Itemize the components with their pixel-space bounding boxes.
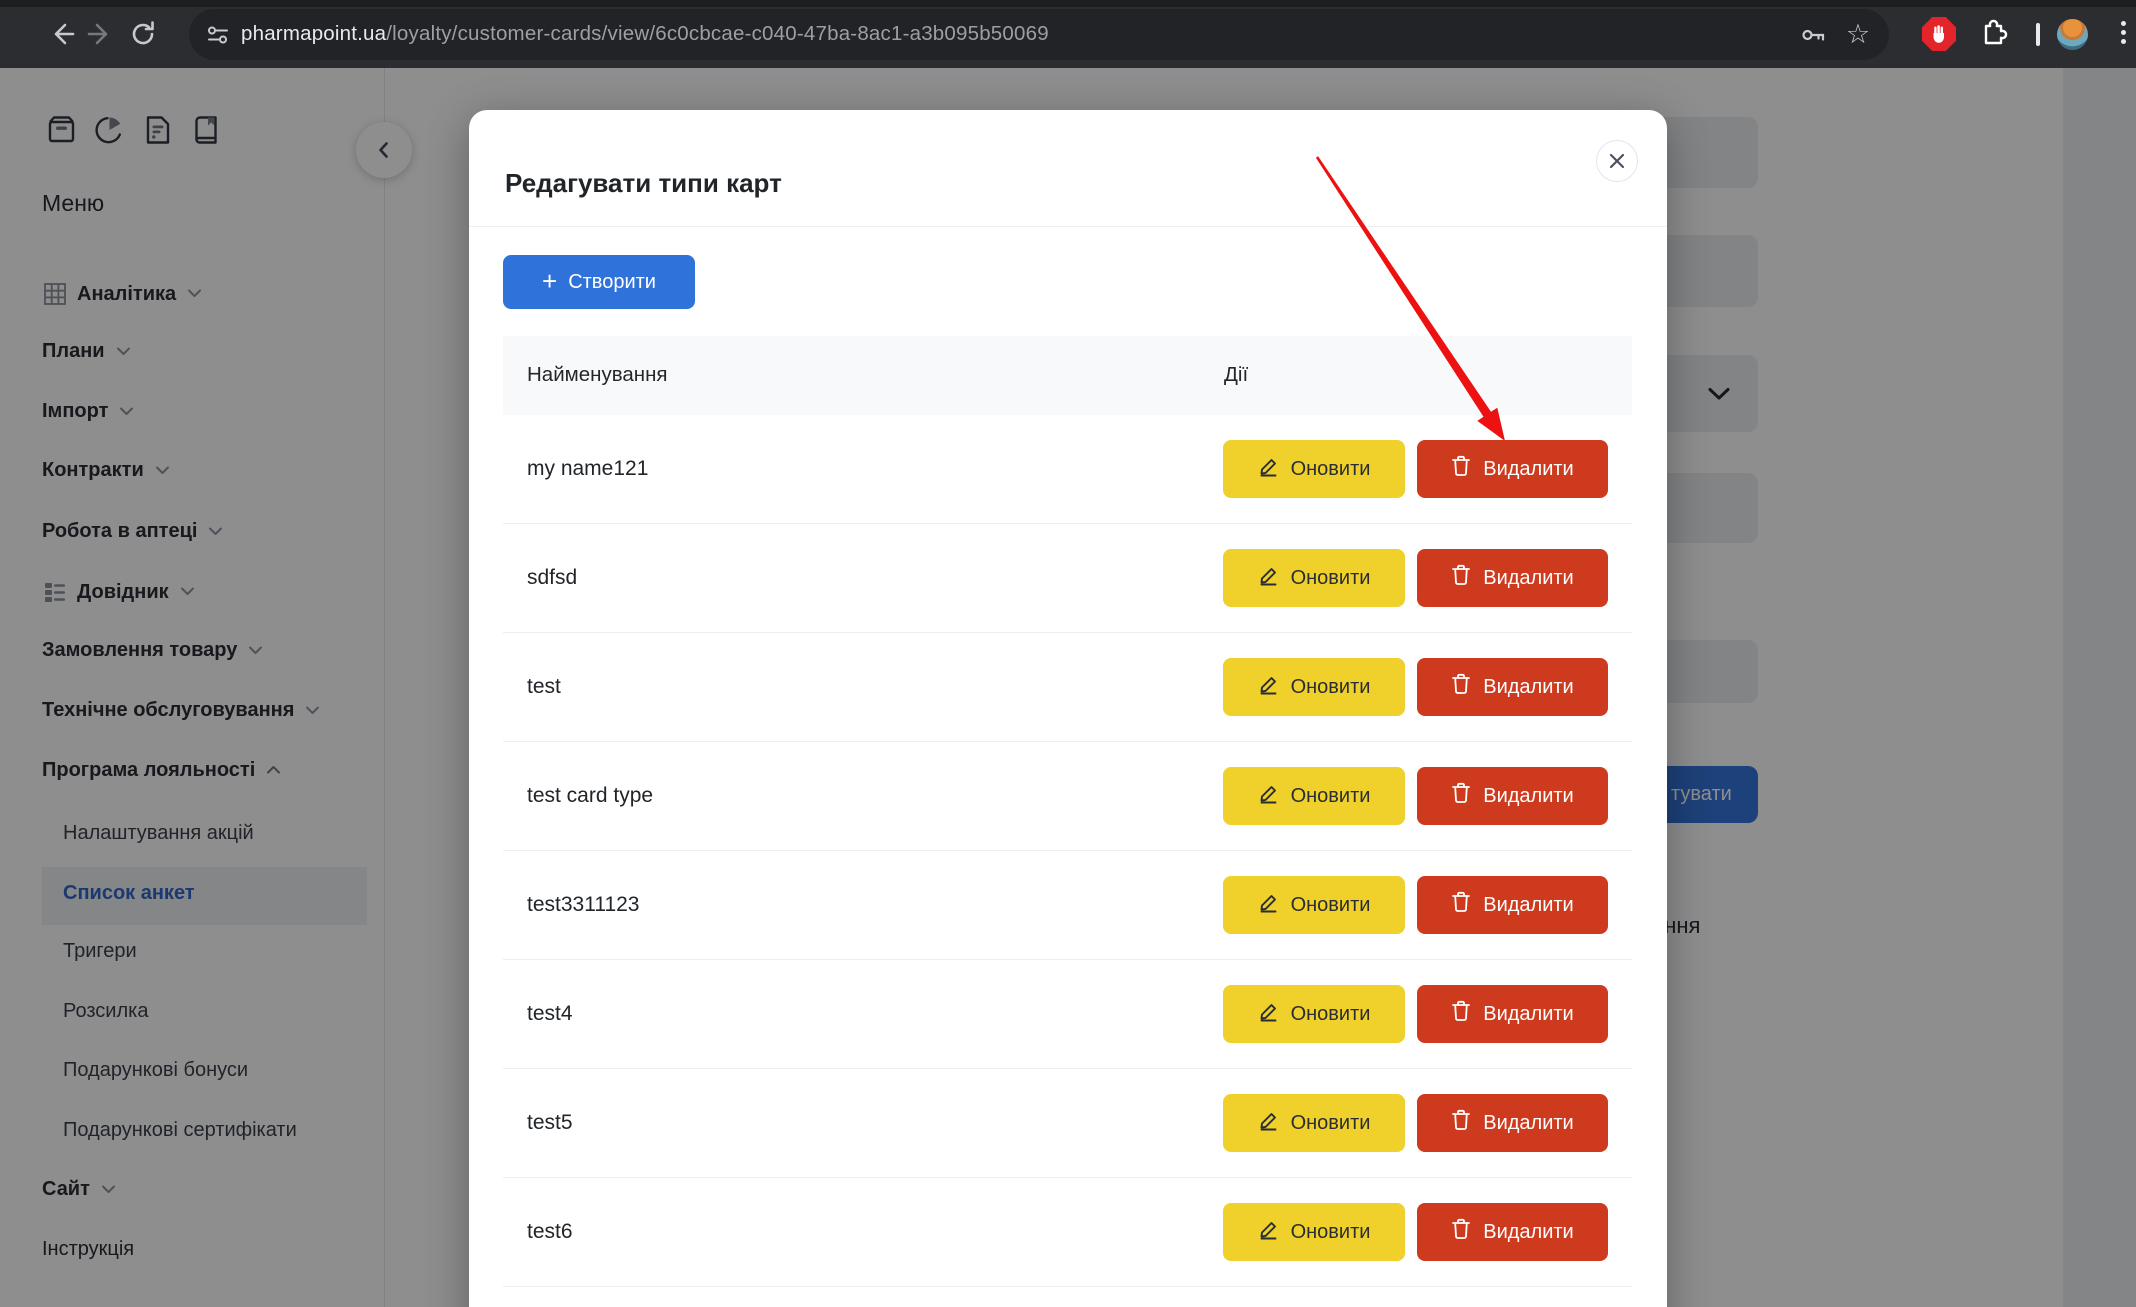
table-row: test5 Оновити Видалити bbox=[503, 1069, 1632, 1178]
extensions-puzzle-icon[interactable] bbox=[1976, 17, 2010, 51]
profile-avatar[interactable] bbox=[2057, 19, 2088, 50]
column-header-actions: Дії bbox=[1224, 363, 1249, 386]
edit-card-types-modal: Редагувати типи карт + Створити Найменув… bbox=[469, 110, 1667, 1307]
update-button-row-0[interactable]: Оновити bbox=[1223, 440, 1405, 498]
card-type-name: test4 bbox=[527, 1002, 573, 1025]
update-button-row-7[interactable]: Оновити bbox=[1223, 1203, 1405, 1261]
pencil-icon bbox=[1258, 456, 1279, 483]
delete-button-row-5[interactable]: Видалити bbox=[1417, 985, 1608, 1043]
close-button[interactable] bbox=[1596, 140, 1638, 182]
screen: pharmapoint.ua/loyalty/customer-cards/vi… bbox=[0, 0, 2136, 1307]
reload-icon[interactable] bbox=[126, 17, 160, 51]
delete-button-row-7[interactable]: Видалити bbox=[1417, 1203, 1608, 1261]
delete-button-row-3[interactable]: Видалити bbox=[1417, 767, 1608, 825]
modal-header-divider bbox=[469, 226, 1667, 227]
delete-button-row-1[interactable]: Видалити bbox=[1417, 549, 1608, 607]
modal-title: Редагувати типи карт bbox=[505, 167, 782, 198]
toolbar-separator bbox=[2036, 23, 2040, 46]
table-row: test6 Оновити Видалити bbox=[503, 1178, 1632, 1287]
trash-icon bbox=[1451, 1218, 1471, 1246]
site-settings-icon[interactable] bbox=[205, 22, 231, 48]
browser-toolbar: pharmapoint.ua/loyalty/customer-cards/vi… bbox=[0, 0, 2136, 68]
url-domain: pharmapoint.ua bbox=[241, 22, 387, 45]
card-type-name: test bbox=[527, 675, 561, 698]
pencil-icon bbox=[1258, 565, 1279, 592]
browser-menu-icon[interactable] bbox=[2121, 17, 2127, 51]
delete-button-row-2[interactable]: Видалити bbox=[1417, 658, 1608, 716]
delete-button-row-0[interactable]: Видалити bbox=[1417, 440, 1608, 498]
update-button-row-2[interactable]: Оновити bbox=[1223, 658, 1405, 716]
trash-icon bbox=[1451, 673, 1471, 701]
delete-button-row-4[interactable]: Видалити bbox=[1417, 876, 1608, 934]
trash-icon bbox=[1451, 782, 1471, 810]
forward-icon[interactable] bbox=[83, 17, 117, 51]
update-button-row-5[interactable]: Оновити bbox=[1223, 985, 1405, 1043]
trash-icon bbox=[1451, 891, 1471, 919]
pencil-icon bbox=[1258, 1219, 1279, 1246]
password-key-icon[interactable] bbox=[1799, 21, 1827, 49]
trash-icon bbox=[1451, 1109, 1471, 1137]
pencil-icon bbox=[1258, 892, 1279, 919]
update-button-row-4[interactable]: Оновити bbox=[1223, 876, 1405, 934]
table-row: test3311123 Оновити Видалити bbox=[503, 851, 1632, 960]
card-type-name: test3311123 bbox=[527, 893, 640, 916]
url-text[interactable]: pharmapoint.ua/loyalty/customer-cards/vi… bbox=[241, 22, 1049, 46]
card-type-name: test5 bbox=[527, 1111, 573, 1134]
window-top-strip bbox=[0, 0, 2136, 7]
trash-icon bbox=[1451, 564, 1471, 592]
url-path: /loyalty/customer-cards/view/6c0cbcae-c0… bbox=[386, 22, 1049, 45]
table-header: Найменування Дії bbox=[503, 336, 1632, 415]
trash-icon bbox=[1451, 1000, 1471, 1028]
delete-button-row-6[interactable]: Видалити bbox=[1417, 1094, 1608, 1152]
card-type-name: test card type bbox=[527, 784, 654, 807]
table-row: test card type Оновити Видалити bbox=[503, 742, 1632, 851]
pencil-icon bbox=[1258, 1110, 1279, 1137]
page-content: Меню Аналітика Плани Імпорт Контракти Робота… bbox=[0, 68, 2136, 1307]
url-bar[interactable]: pharmapoint.ua/loyalty/customer-cards/vi… bbox=[189, 9, 1889, 60]
back-icon[interactable] bbox=[45, 17, 79, 51]
column-header-name: Найменування bbox=[527, 363, 668, 386]
plus-icon: + bbox=[542, 265, 558, 296]
table-row: my name121 Оновити Видалити bbox=[503, 415, 1632, 524]
bookmark-star-icon[interactable]: ☆ bbox=[1843, 17, 1873, 51]
table-row: test Оновити Видалити bbox=[503, 633, 1632, 742]
card-type-name: my name121 bbox=[527, 457, 649, 480]
trash-icon bbox=[1451, 455, 1471, 483]
card-type-name: sdfsd bbox=[527, 566, 578, 589]
card-type-name: test6 bbox=[527, 1220, 573, 1243]
update-button-row-3[interactable]: Оновити bbox=[1223, 767, 1405, 825]
table-row: test4 Оновити Видалити bbox=[503, 960, 1632, 1069]
update-button-row-6[interactable]: Оновити bbox=[1223, 1094, 1405, 1152]
create-button[interactable]: + Створити bbox=[503, 255, 695, 309]
pencil-icon bbox=[1258, 674, 1279, 701]
table-row: sdfsd Оновити Видалити bbox=[503, 524, 1632, 633]
update-button-row-1[interactable]: Оновити bbox=[1223, 549, 1405, 607]
pencil-icon bbox=[1258, 1001, 1279, 1028]
adblock-extension-icon[interactable] bbox=[1922, 17, 1956, 51]
pencil-icon bbox=[1258, 783, 1279, 810]
